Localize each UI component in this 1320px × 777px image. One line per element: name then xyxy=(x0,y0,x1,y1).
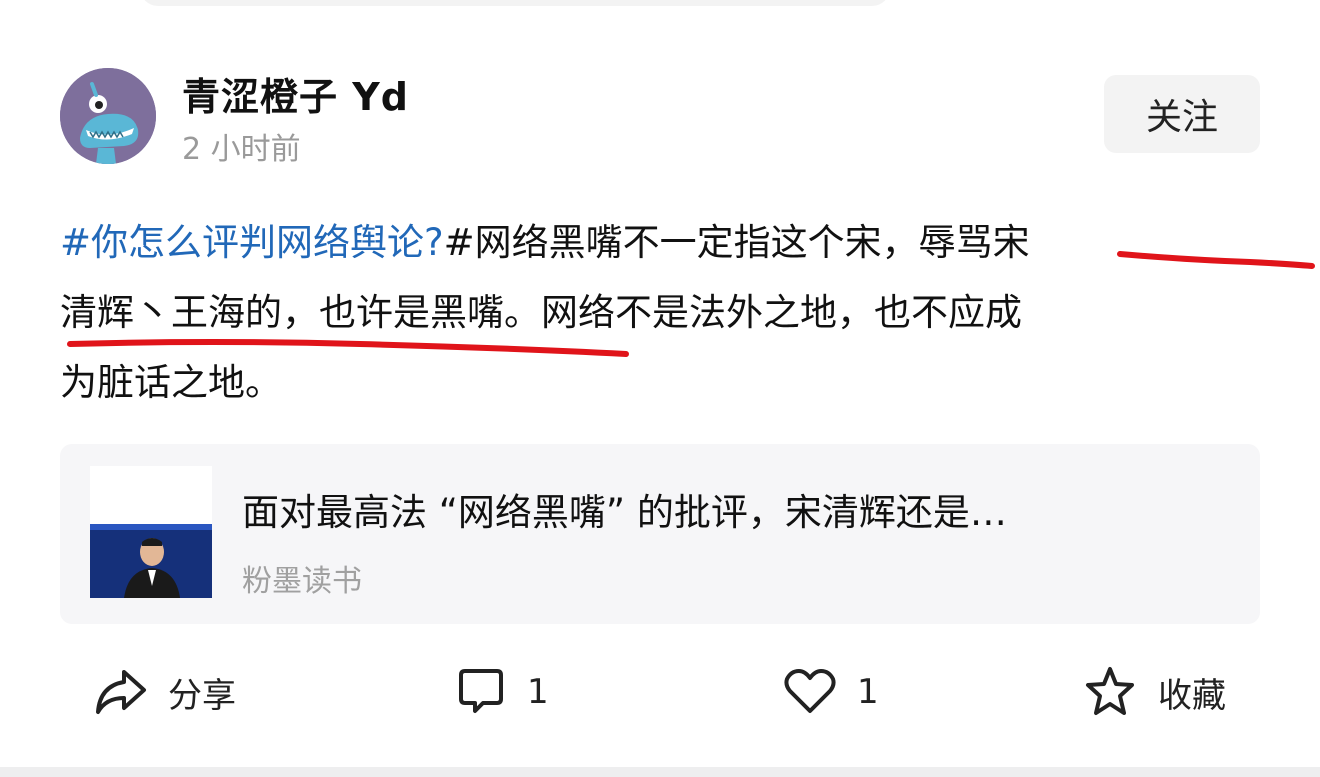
post-line-1-text: #网络黑嘴不一定指这个宋，辱骂宋 xyxy=(443,221,1030,264)
search-bar-edge xyxy=(140,0,890,6)
link-card-source: 粉墨读书 xyxy=(242,564,362,599)
like-button[interactable]: 1 xyxy=(783,662,879,722)
avatar[interactable] xyxy=(60,68,156,164)
post-time: 2 小时前 xyxy=(182,132,301,167)
favorite-button[interactable]: 收藏 xyxy=(1082,662,1226,722)
comment-icon xyxy=(459,669,503,713)
comment-count: 1 xyxy=(527,672,549,712)
link-card-title[interactable]: 面对最高法 “网络黑嘴” 的批评，宋清辉还是… xyxy=(242,482,1007,536)
post-line-2: 清辉丶王海的，也许是黑嘴。网络不是法外之地，也不应成 xyxy=(60,291,1022,334)
post-line-1: #你怎么评判网络舆论?#网络黑嘴不一定指这个宋，辱骂宋 xyxy=(60,208,1270,278)
follow-button[interactable]: 关注 xyxy=(1104,75,1260,153)
post-line-3: 为脏话之地。 xyxy=(60,361,282,404)
share-icon xyxy=(96,670,146,714)
comment-button[interactable]: 1 xyxy=(455,662,549,722)
share-label: 分享 xyxy=(168,675,236,716)
bottom-divider xyxy=(0,767,1320,777)
link-card[interactable]: 面对最高法 “网络黑嘴” 的批评，宋清辉还是… 粉墨读书 xyxy=(60,444,1260,624)
heart-icon xyxy=(784,669,836,713)
share-button[interactable]: 分享 xyxy=(92,662,236,722)
post-body: #你怎么评判网络舆论?#网络黑嘴不一定指这个宋，辱骂宋 清辉丶王海的，也许是黑嘴… xyxy=(60,208,1270,418)
favorite-label: 收藏 xyxy=(1158,675,1226,716)
user-name[interactable]: 青涩橙子 Yd xyxy=(182,66,409,121)
hashtag-link[interactable]: #你怎么评判网络舆论? xyxy=(60,221,444,264)
article-thumbnail xyxy=(90,466,212,598)
article-thumbnail-image xyxy=(90,466,212,598)
monster-avatar-icon xyxy=(60,68,156,164)
star-icon xyxy=(1086,667,1134,715)
like-count: 1 xyxy=(857,672,879,712)
